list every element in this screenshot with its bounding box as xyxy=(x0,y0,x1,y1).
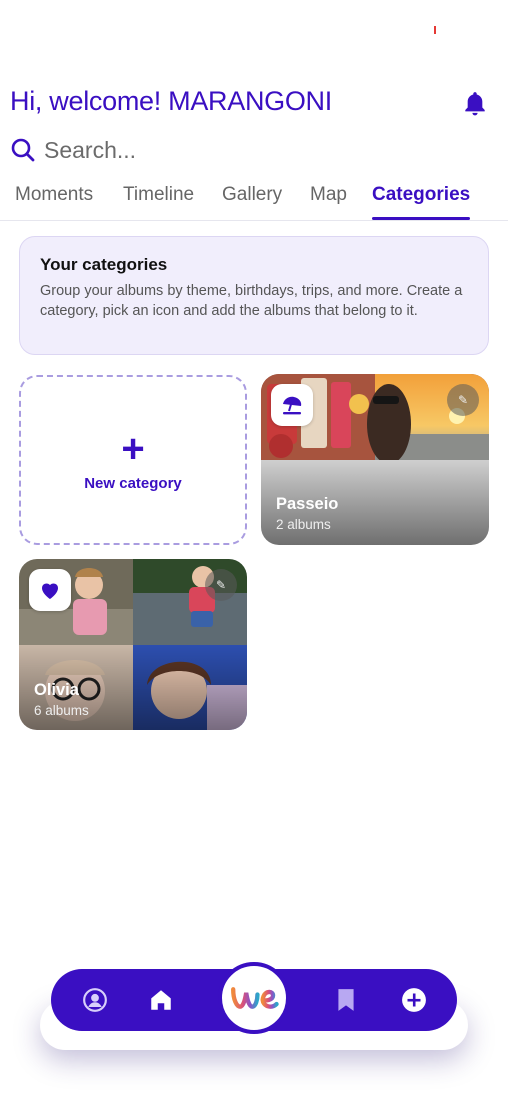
we-logo-icon xyxy=(231,987,279,1009)
profile-button[interactable] xyxy=(81,986,109,1014)
saved-button[interactable] xyxy=(332,986,360,1014)
new-category-label: New category xyxy=(84,474,182,492)
category-name: Olivia xyxy=(34,681,79,699)
new-category-button[interactable]: + New category xyxy=(19,375,247,545)
info-title: Your categories xyxy=(40,255,168,274)
notifications-button[interactable] xyxy=(462,90,488,118)
add-button[interactable] xyxy=(400,986,428,1014)
info-text: Group your albums by theme, birthdays, t… xyxy=(40,283,463,319)
add-icon xyxy=(402,988,426,1012)
tab-timeline[interactable]: Timeline xyxy=(123,184,194,206)
beach-umbrella-icon xyxy=(283,396,302,415)
category-icon-badge xyxy=(29,569,71,611)
tab-map[interactable]: Map xyxy=(310,184,347,206)
edit-category-button[interactable]: ✎ xyxy=(447,384,479,416)
tab-gallery[interactable]: Gallery xyxy=(222,184,282,206)
active-tab-indicator xyxy=(372,217,470,220)
search-input[interactable] xyxy=(44,136,284,164)
category-icon-badge xyxy=(271,384,313,426)
bell-icon xyxy=(465,92,485,116)
home-button[interactable] xyxy=(147,986,175,1014)
page-title: Hi, welcome! MARANGONI xyxy=(10,86,332,116)
we-logo-button[interactable] xyxy=(218,962,290,1034)
category-card-olivia[interactable]: ✎ Olivia 6 albums xyxy=(19,559,247,730)
heart-icon xyxy=(42,583,58,599)
bookmark-icon xyxy=(338,989,354,1011)
category-album-count: 2 albums xyxy=(276,517,331,532)
pencil-icon: ✎ xyxy=(215,578,227,592)
category-name: Passeio xyxy=(276,495,339,513)
profile-icon xyxy=(83,988,107,1012)
category-album-count: 6 albums xyxy=(34,703,89,718)
tab-bar: Moments Timeline Gallery Map Categories xyxy=(0,176,508,221)
search-bar[interactable] xyxy=(10,134,310,166)
home-icon xyxy=(151,990,171,1010)
category-card-passeio[interactable]: ✎ Passeio 2 albums xyxy=(261,374,489,545)
edit-category-button[interactable]: ✎ xyxy=(205,569,237,601)
plus-icon: + xyxy=(121,426,145,471)
categories-info-card: Your categories Group your albums by the… xyxy=(19,236,489,355)
tab-categories[interactable]: Categories xyxy=(372,184,470,206)
tab-moments[interactable]: Moments xyxy=(15,184,93,206)
status-indicator xyxy=(434,26,436,34)
pencil-icon: ✎ xyxy=(457,393,469,407)
search-icon xyxy=(11,138,35,162)
